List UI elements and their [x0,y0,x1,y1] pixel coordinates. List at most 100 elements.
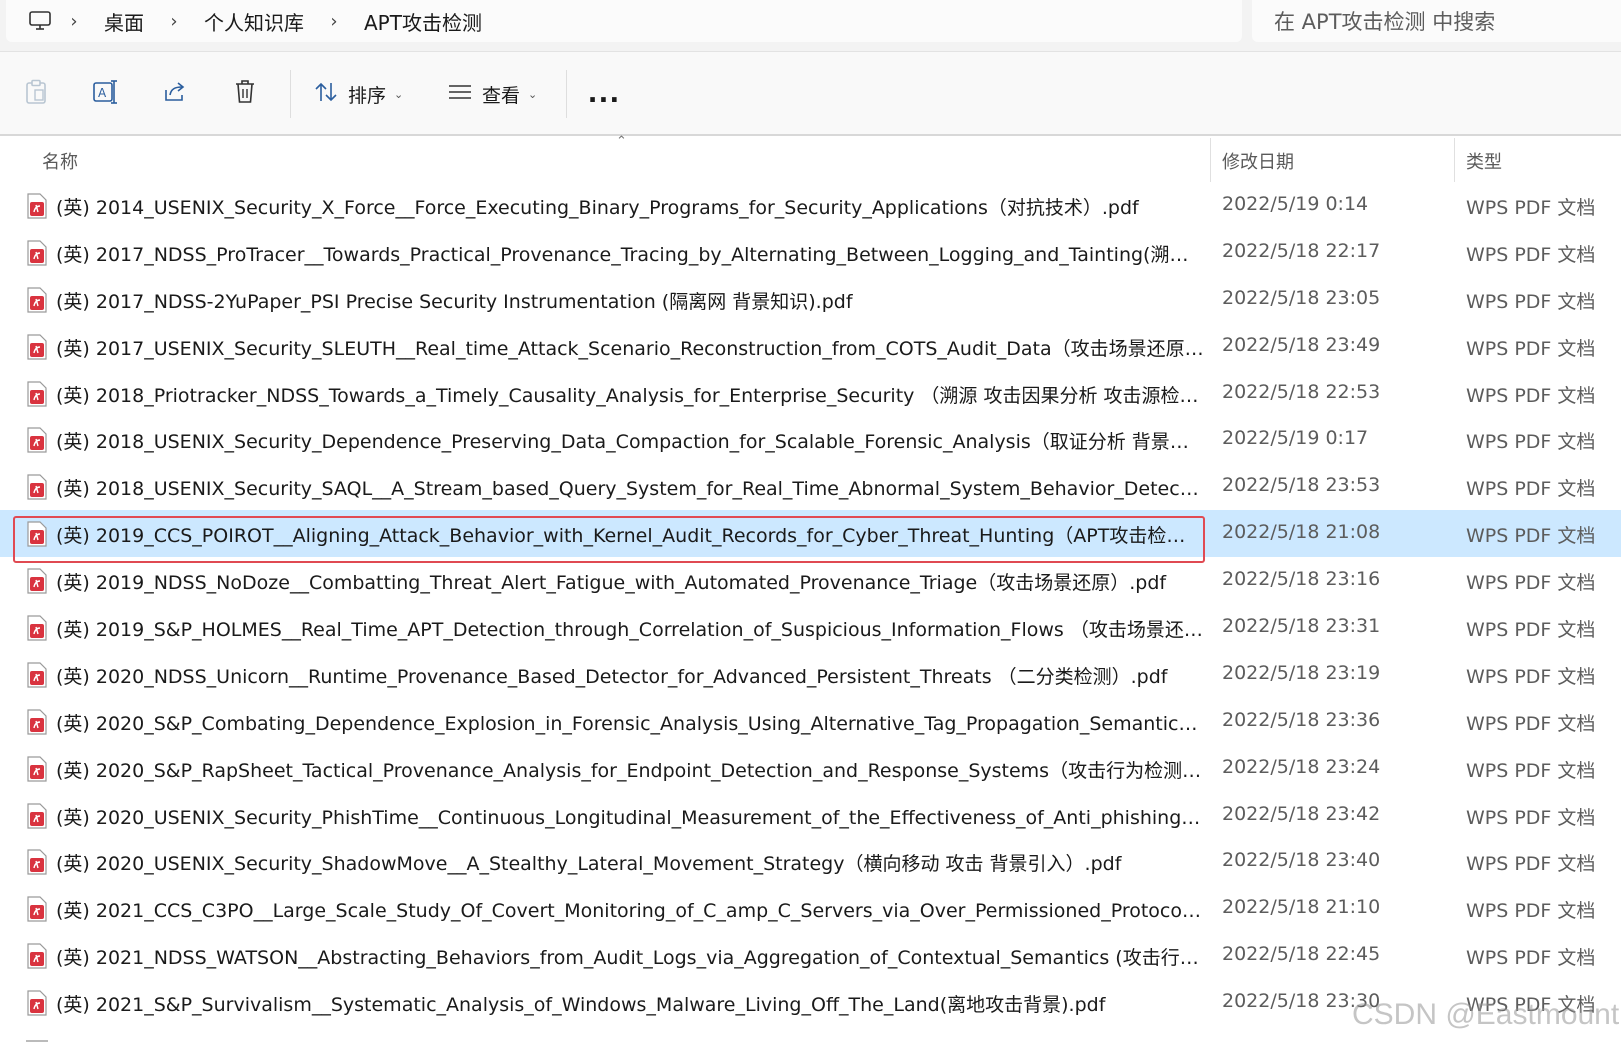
file-row[interactable]: (英) 2019_NDSS_NoDoze__Combatting_Threat_… [0,557,1621,604]
toolbar-divider [566,70,567,118]
rename-button[interactable]: A [90,76,120,112]
file-row[interactable]: (英) 2017_NDSS-2YuPaper_PSI Precise Secur… [0,276,1621,323]
file-row[interactable]: (英) 2020_NDSS_Unicorn__Runtime_Provenanc… [0,651,1621,698]
file-modified-date: 2022/5/18 23:16 [1222,568,1381,591]
file-modified-date: 2022/5/18 22:17 [1222,239,1381,262]
sort-button[interactable]: 排序 ⌄ [314,76,403,112]
chevron-right-icon[interactable]: › [154,11,194,32]
file-modified-date: 2022/5/18 23:19 [1222,661,1381,684]
file-name[interactable]: (英) 2020_USENIX_Security_PhishTime__Cont… [56,803,1204,830]
column-name[interactable]: 名称 [42,148,78,174]
column-divider[interactable] [1454,138,1455,182]
file-modified-date: 2022/5/18 23:24 [1222,755,1381,778]
file-modified-date: 2022/5/18 23:40 [1222,849,1381,872]
pdf-file-icon [26,427,48,454]
file-name[interactable]: (英) 2020_NDSS_Unicorn__Runtime_Provenanc… [56,662,1204,689]
file-row[interactable]: (英) 2018_USENIX_Security_SAQL__A_Stream_… [0,463,1621,510]
file-row[interactable]: (英) 2018_Priotracker_NDSS_Towards_a_Time… [0,370,1621,417]
file-row[interactable]: (英) 2020_USENIX_Security_PhishTime__Cont… [0,792,1621,839]
view-label: 查看 [482,84,521,107]
file-row[interactable]: (英) 2021_NDSS_WATSON__Abstracting_Behavi… [0,932,1621,979]
file-modified-date: 2022/5/19 0:17 [1222,427,1369,450]
file-name[interactable]: (英) 2014_USENIX_Security_X_Force__Force_… [56,193,1204,220]
file-modified-date: 2022/5/18 22:45 [1222,943,1381,966]
column-type[interactable]: 类型 [1466,148,1502,174]
svg-text:A: A [98,86,107,100]
pdf-file-icon [26,849,48,876]
file-modified-date: 2022/5/18 23:05 [1222,286,1381,309]
file-name[interactable]: (英) 2021_S&P_Survivalism__Systematic_Ana… [56,990,1204,1017]
file-name[interactable]: (英) 2020_S&P_Combating_Dependence_Explos… [56,709,1204,736]
pdf-file-icon [26,662,48,688]
file-type: WPS PDF 文档 [1466,525,1596,548]
column-header: ⌃ 名称 修改日期 类型 [0,134,1621,182]
file-name[interactable]: (英) 2017_NDSS-2YuPaper_PSI Precise Secur… [56,287,1204,314]
clipboard-icon [24,79,48,109]
file-modified-date: 2022/5/19 0:14 [1222,193,1369,215]
file-type: WPS PDF 文档 [1466,900,1596,923]
breadcrumb-desktop[interactable]: 桌面 [94,7,154,36]
pdf-file-icon [26,709,48,735]
file-modified-date: 2022/5/18 23:31 [1222,615,1381,638]
file-name[interactable]: (英) 2019_CCS_POIROT__Aligning_Attack_Beh… [56,521,1204,548]
pdf-file-icon [26,521,48,547]
file-type: WPS PDF 文档 [1466,243,1596,266]
computer-icon[interactable] [26,7,54,35]
file-modified-date: 2022/5/18 23:53 [1222,474,1381,497]
paste-button[interactable] [22,76,50,112]
column-divider[interactable] [1210,138,1211,182]
chevron-right-icon[interactable]: › [314,11,354,32]
file-row[interactable]: (英) 2017_USENIX_Security_SLEUTH__Real_ti… [0,323,1621,370]
file-row[interactable]: (英) 2018_USENIX_Security_Dependence_Pres… [0,416,1621,463]
view-list-icon [448,82,472,106]
file-name[interactable]: (英) 2020_S&P_RapSheet_Tactical_Provenanc… [56,756,1204,783]
file-name[interactable]: (英) 2018_USENIX_Security_SAQL__A_Stream_… [56,474,1204,501]
command-bar: A 排序 ⌄ 查看 ⌄ ... [0,52,1621,136]
more-options-button[interactable]: ... [586,76,622,112]
pdf-file-icon [26,240,48,266]
share-button[interactable] [160,76,190,112]
file-type: WPS PDF 文档 [1466,853,1596,876]
file-name[interactable]: (英) 2019_NDSS_NoDoze__Combatting_Threat_… [56,568,1204,595]
file-row[interactable]: (英) 2014_USENIX_Security_X_Force__Force_… [0,182,1621,229]
file-type: WPS PDF 文档 [1466,572,1596,595]
file-name[interactable]: (英) 2017_USENIX_Security_SLEUTH__Real_ti… [56,334,1204,361]
column-modified-date[interactable]: 修改日期 [1222,148,1294,174]
file-name[interactable]: (英) 2018_USENIX_Security_Dependence_Pres… [56,427,1204,454]
file-type: WPS PDF 文档 [1466,290,1596,313]
file-row[interactable]: (英) 2019_S&P_HOLMES__Real_Time_APT_Detec… [0,604,1621,651]
pdf-file-icon [26,474,48,500]
delete-button[interactable] [230,76,260,112]
file-type: WPS PDF 文档 [1466,431,1596,454]
file-row[interactable]: (英) 2020_S&P_RapSheet_Tactical_Provenanc… [0,745,1621,792]
chevron-down-icon: ⌄ [394,87,404,101]
pdf-file-icon [26,334,48,360]
file-type: WPS PDF 文档 [1466,337,1596,360]
pdf-file-icon [26,615,48,641]
file-type: WPS PDF 文档 [1466,806,1596,829]
file-name[interactable]: (英) 2018_Priotracker_NDSS_Towards_a_Time… [56,381,1204,408]
file-row[interactable]: (英) 2020_S&P_Combating_Dependence_Explos… [0,698,1621,745]
breadcrumb-knowledge-base[interactable]: 个人知识库 [194,7,314,36]
file-row[interactable]: (英) 2017_NDSS_ProTracer__Towards_Practic… [0,229,1621,276]
file-name[interactable]: (英) 2020_USENIX_Security_ShadowMove__A_S… [56,849,1204,876]
file-type: WPS PDF 文档 [1466,712,1596,735]
file-name[interactable]: (英) 2019_S&P_HOLMES__Real_Time_APT_Detec… [56,615,1204,642]
file-row[interactable]: (英) 2021_CCS_C3PO__Large_Scale_Study_Of_… [0,885,1621,932]
file-type: WPS PDF 文档 [1466,759,1596,782]
pdf-file-icon [26,896,48,922]
file-row[interactable]: (英) 2020_USENIX_Security_ShadowMove__A_S… [0,838,1621,885]
search-input[interactable]: 在 APT攻击检测 中搜索 [1252,0,1621,42]
file-name[interactable]: (英) 2017_NDSS_ProTracer__Towards_Practic… [56,240,1204,267]
address-bar[interactable]: › 桌面 › 个人知识库 › APT攻击检测 [6,0,1242,42]
file-modified-date: 2022/5/18 22:53 [1222,380,1381,403]
view-button[interactable]: 查看 ⌄ [448,76,537,112]
file-row[interactable]: (英) 2019_CCS_POIROT__Aligning_Attack_Beh… [0,510,1621,558]
chevron-right-icon[interactable]: › [54,11,94,32]
file-type: WPS PDF 文档 [1466,619,1596,642]
breadcrumb-apt-detection[interactable]: APT攻击检测 [354,7,492,36]
file-name[interactable]: (英) 2021_CCS_C3PO__Large_Scale_Study_Of_… [56,896,1204,923]
file-type: WPS PDF 文档 [1466,478,1596,501]
file-type: WPS PDF 文档 [1466,384,1596,407]
file-name[interactable]: (英) 2021_NDSS_WATSON__Abstracting_Behavi… [56,943,1204,970]
